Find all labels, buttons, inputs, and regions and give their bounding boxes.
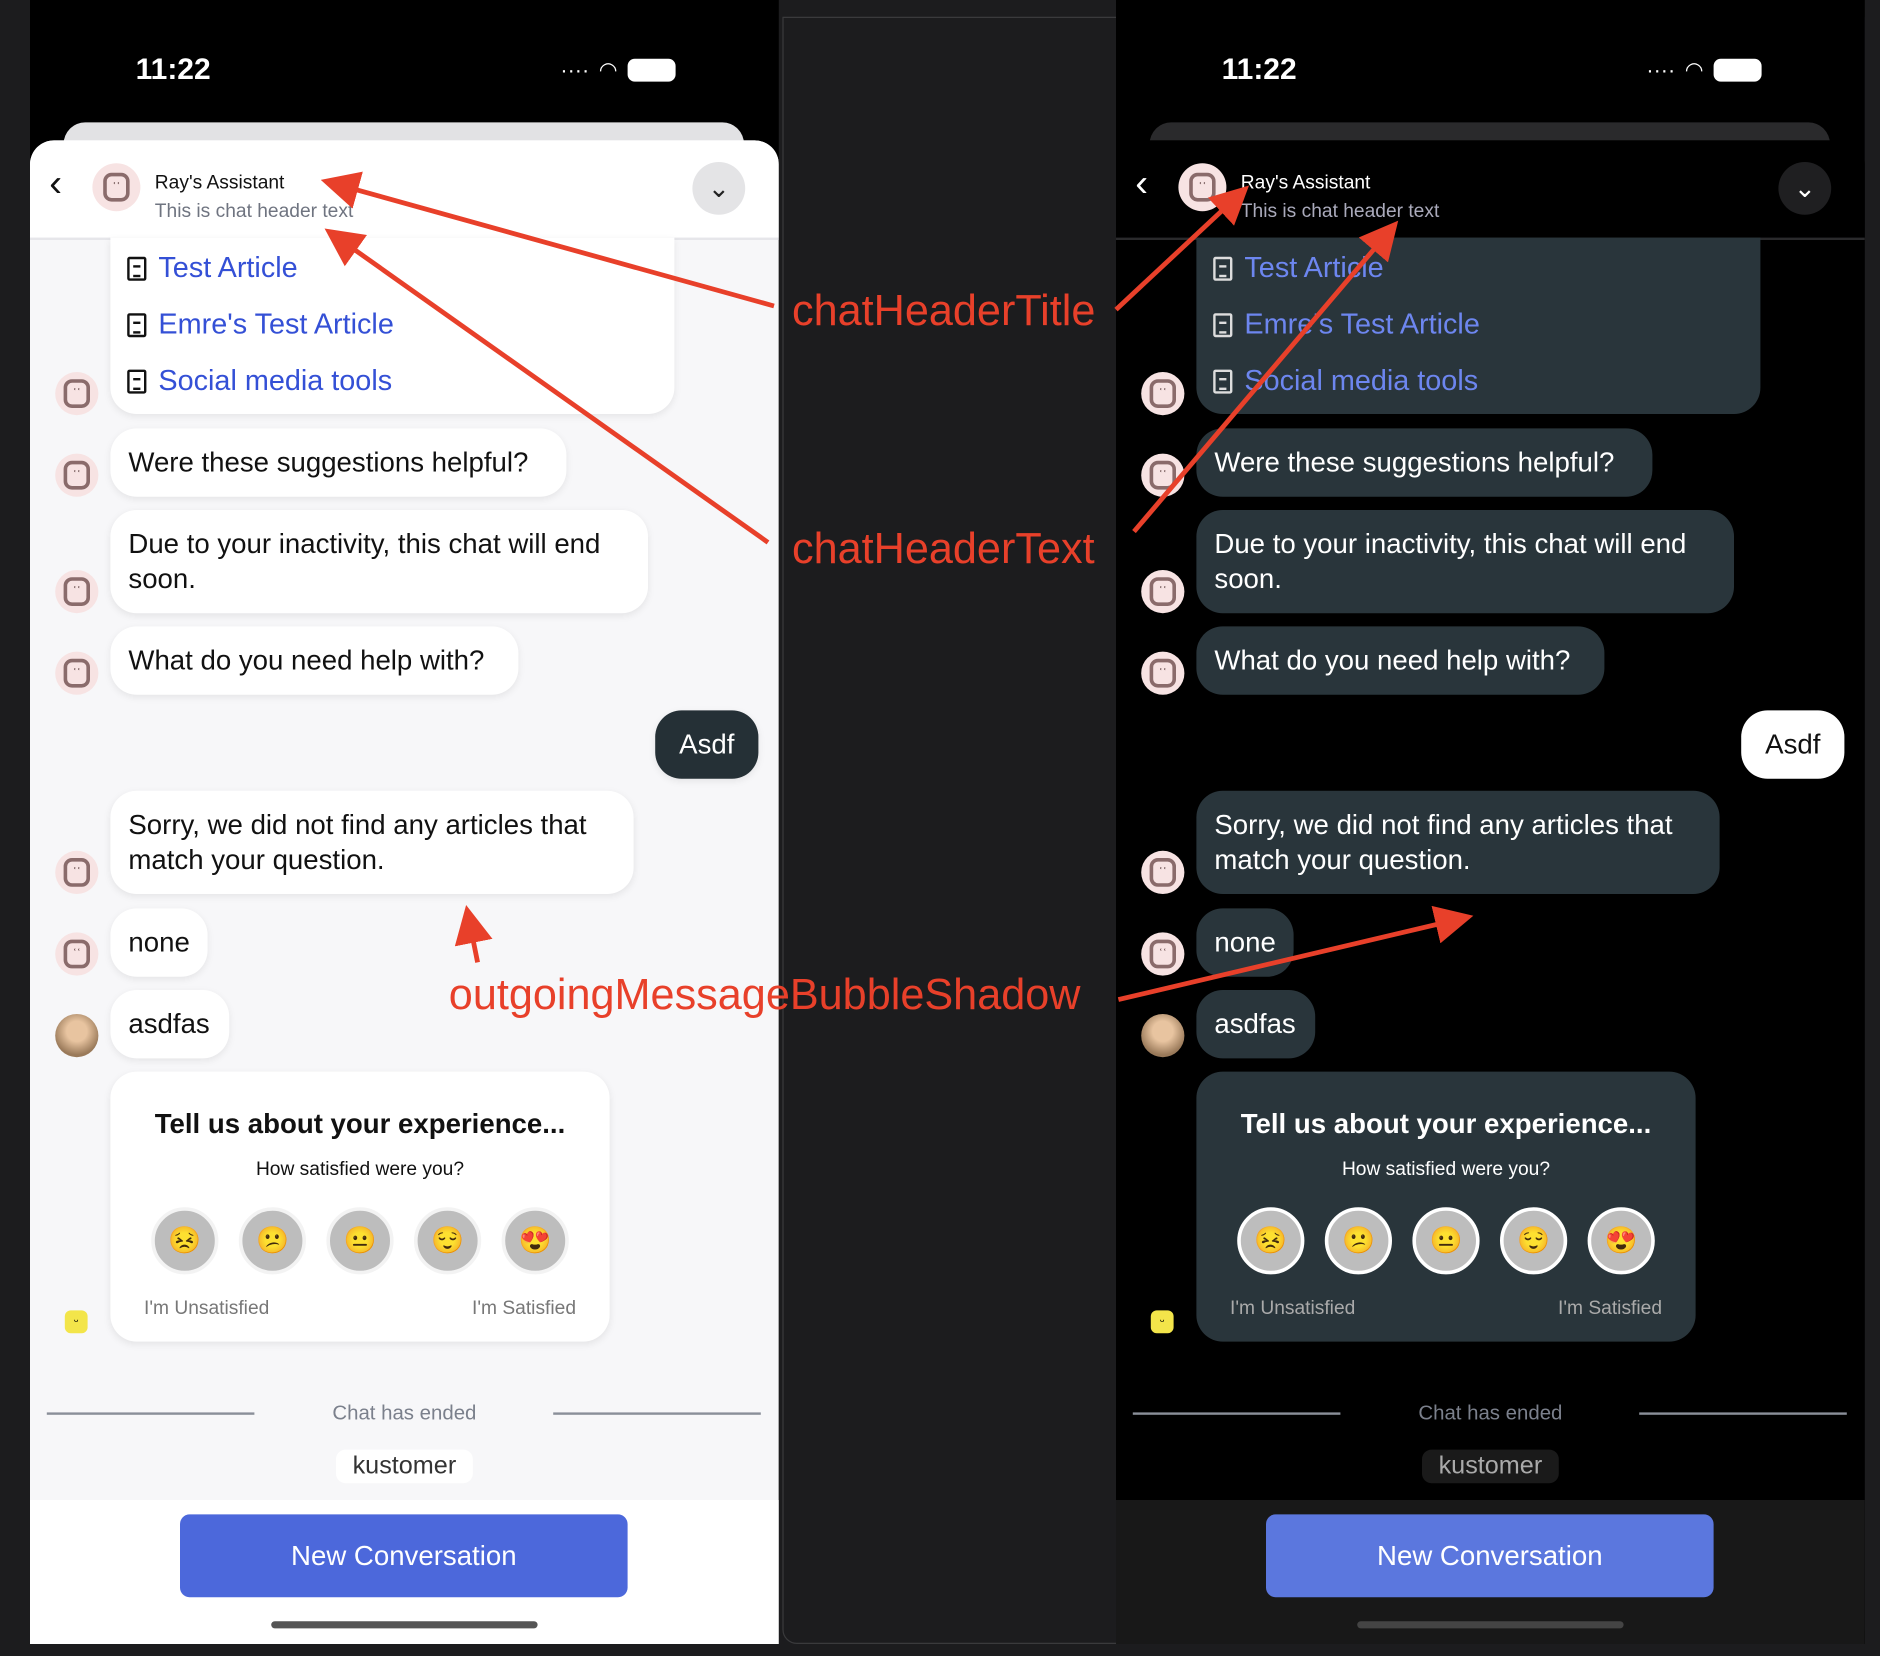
- annotation-label: chatHeaderTitle: [792, 285, 1096, 335]
- comparison-stage: 11:22 ···· ◠ ‹ ʿʿ Ray's Assistant This is…: [0, 0, 1880, 1656]
- annotation-arrow: [1132, 220, 1399, 534]
- annotation-arrow: [1114, 185, 1250, 312]
- annotation-arrow: [324, 228, 770, 545]
- annotation-arrow: [1117, 905, 1474, 1002]
- annotation-label: chatHeaderText: [792, 523, 1095, 573]
- annotation-arrows: [320, 171, 1474, 1002]
- annotation-arrow: [454, 904, 493, 963]
- annotation-label: outgoingMessageBubbleShadow: [448, 969, 1081, 1019]
- annotation-arrow: [320, 171, 775, 309]
